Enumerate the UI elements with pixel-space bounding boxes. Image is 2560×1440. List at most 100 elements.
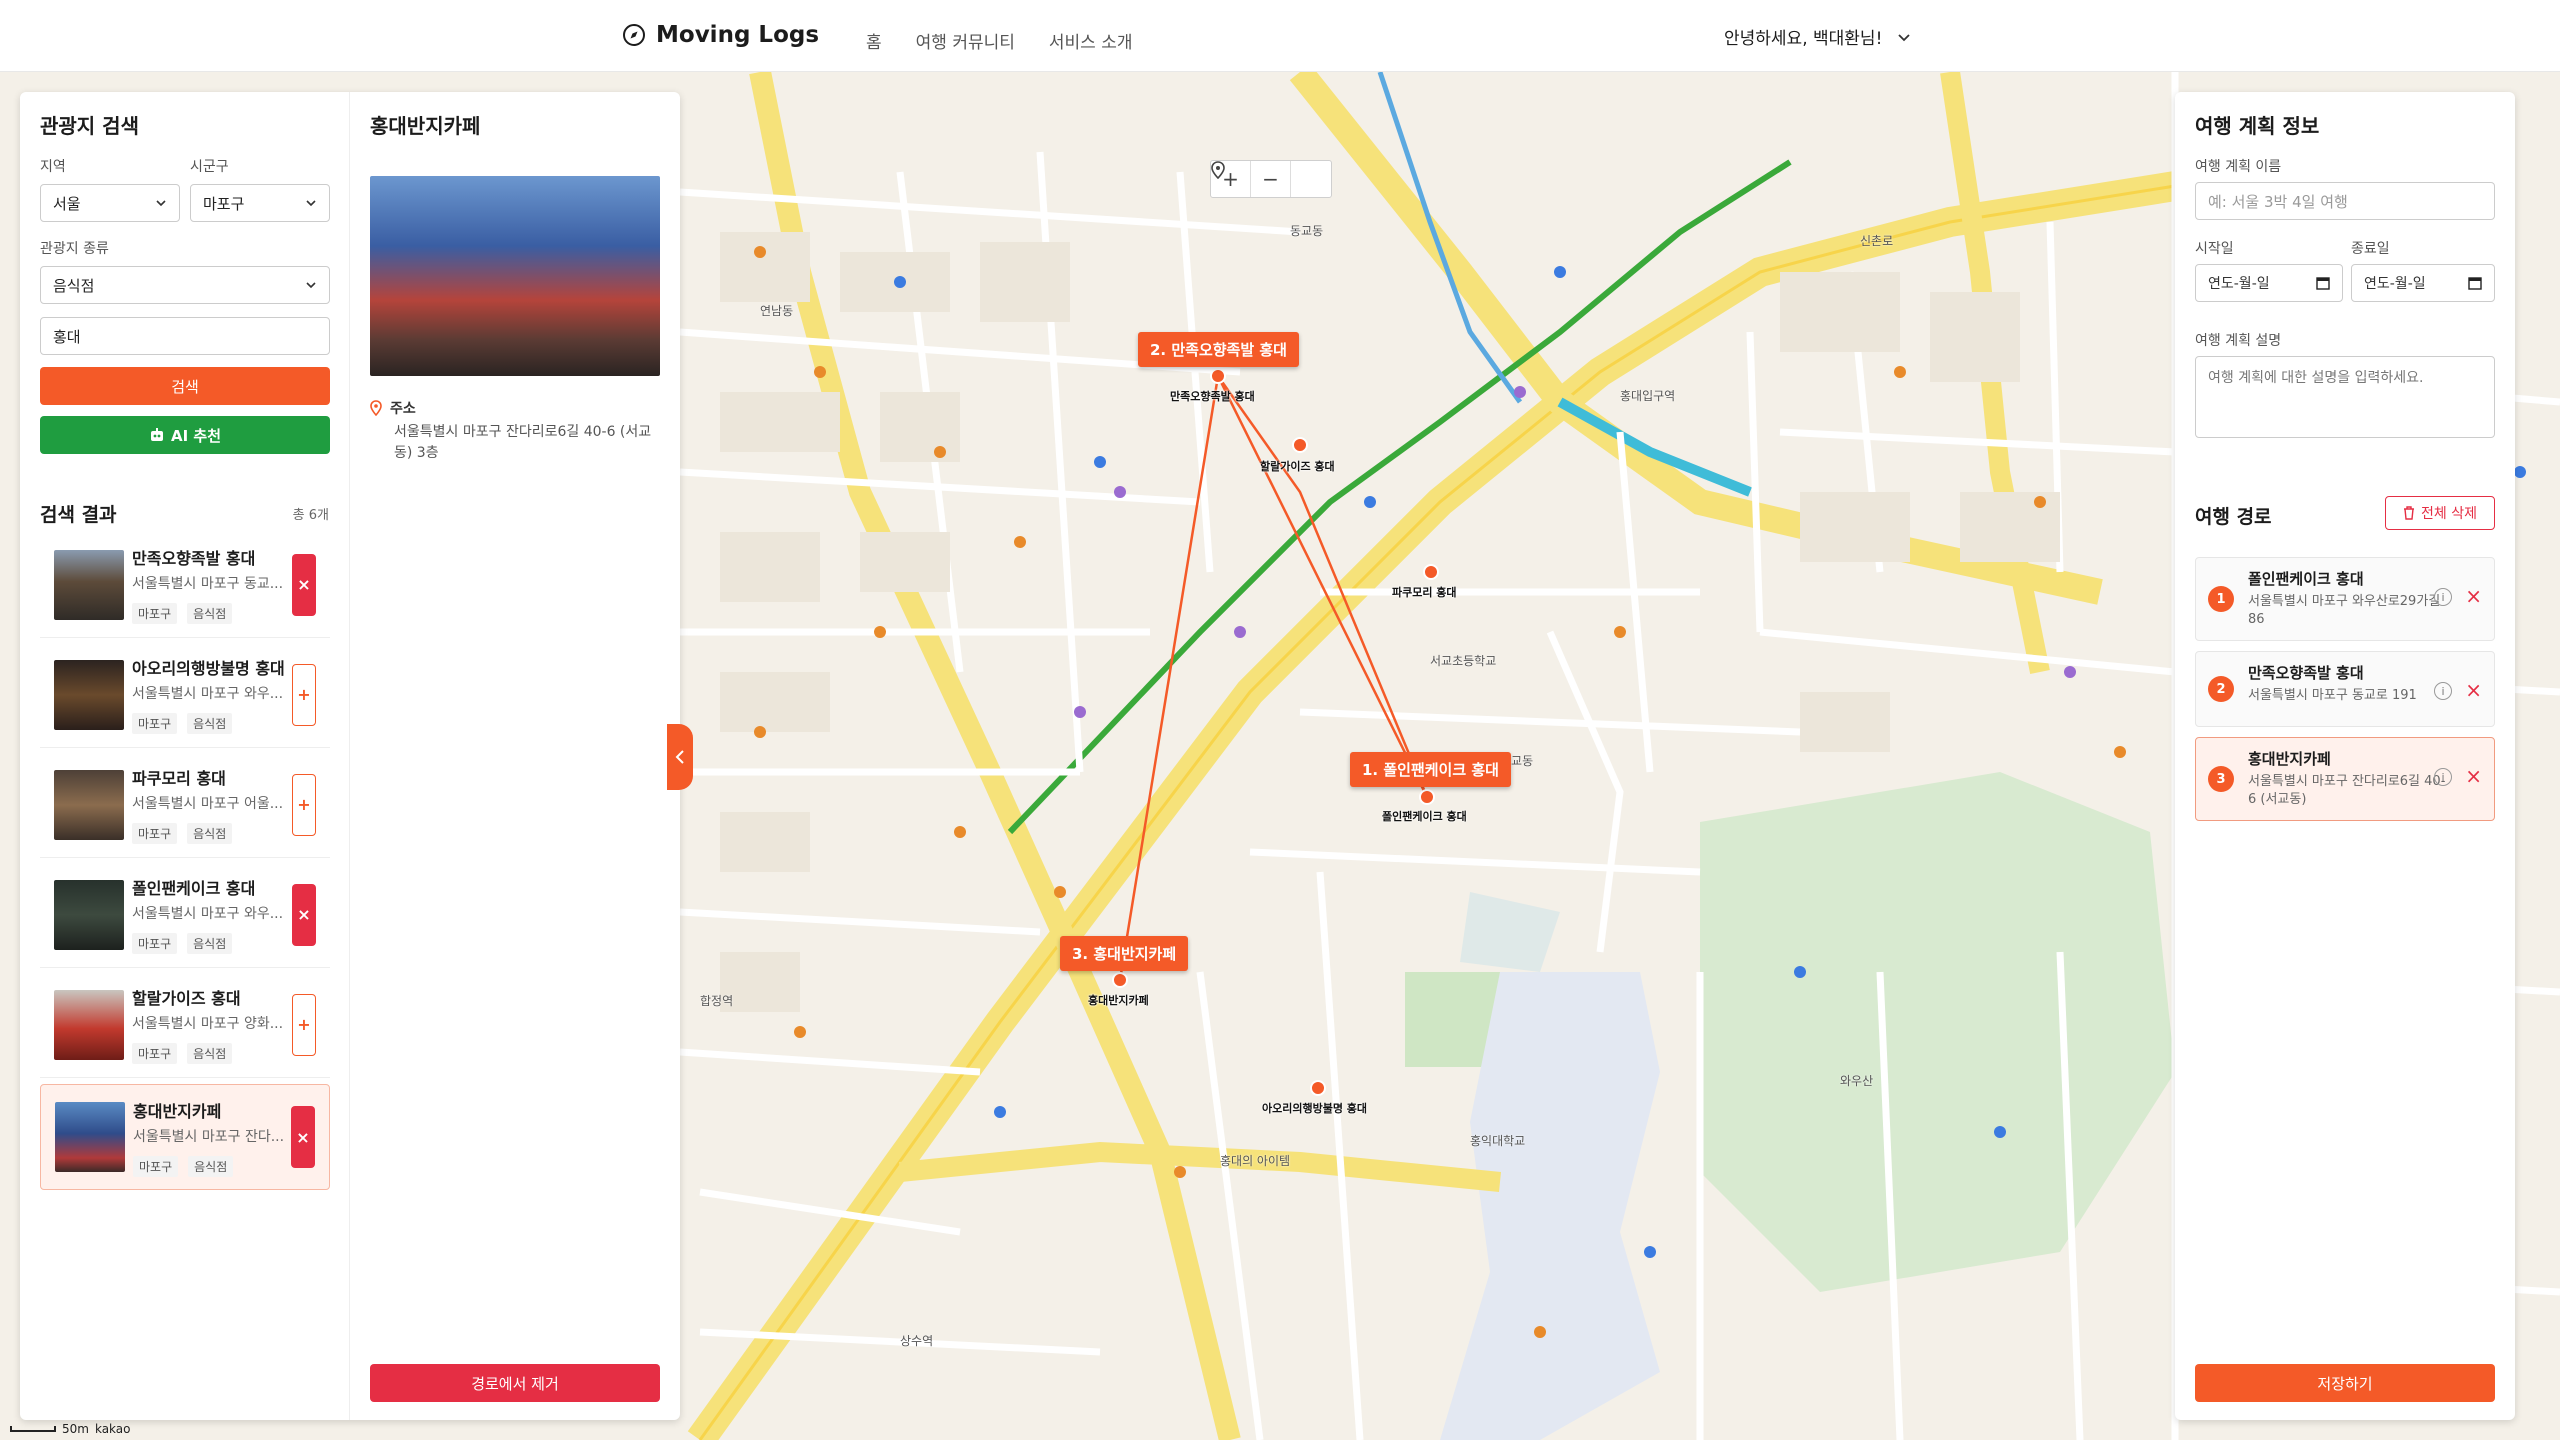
location-pin-button[interactable] xyxy=(1211,161,1331,197)
region-select[interactable]: 서울 xyxy=(40,184,180,222)
route-pin-3-name: 홍대반지카페 xyxy=(1088,994,1149,1007)
search-title: 관광지 검색 xyxy=(40,114,139,138)
result-thumbnail xyxy=(54,769,124,840)
remove-from-route-button[interactable]: 경로에서 제거 xyxy=(370,1364,660,1402)
info-icon[interactable]: i xyxy=(2434,682,2452,700)
ai-recommend-button[interactable]: AI 추천 xyxy=(40,416,330,454)
add-to-route-button[interactable]: + xyxy=(292,993,316,1056)
nav-about[interactable]: 서비스 소개 xyxy=(1049,28,1133,53)
save-button[interactable]: 저장하기 xyxy=(2195,1364,2495,1402)
keyword-value: 홍대 xyxy=(53,327,81,346)
plan-name-placeholder: 예: 서울 3박 4일 여행 xyxy=(2208,192,2348,211)
address-label: 주소 xyxy=(390,401,416,417)
remove-route-icon[interactable]: × xyxy=(2465,584,2482,608)
result-tag: 마포구 xyxy=(133,1155,179,1177)
location-pin-icon xyxy=(1211,161,1225,179)
map-label: 홍대의 아이템 xyxy=(1220,1154,1291,1168)
route-item[interactable]: 1 폴인팬케이크 홍대 서울특별시 마포구 와우산로29가길 86 i × xyxy=(2195,557,2495,641)
zoom-out-button[interactable]: − xyxy=(1251,161,1291,197)
region-label: 지역 xyxy=(40,159,66,175)
route-address: 서울특별시 마포구 동교로 191 xyxy=(2248,688,2417,703)
result-item[interactable]: 만족오향족발 홍대 서울특별시 마포구 동교... 마포구 음식점 × xyxy=(40,532,330,638)
keyword-input[interactable]: 홍대 xyxy=(40,317,330,355)
result-thumbnail xyxy=(54,659,124,730)
result-name: 할랄가이즈 홍대 xyxy=(132,989,241,1008)
route-item[interactable]: 2 만족오향족발 홍대 서울특별시 마포구 동교로 191 i × xyxy=(2195,651,2495,727)
ai-button-label: AI 추천 xyxy=(170,426,221,445)
route-pin-1[interactable]: 1. 폴인팬케이크 홍대 xyxy=(1350,752,1511,787)
remove-route-icon[interactable]: × xyxy=(2465,764,2482,788)
end-date-placeholder: 연도-월-일 xyxy=(2364,276,2426,292)
result-address: 서울특별시 마포구 와우... xyxy=(132,686,284,702)
search-button[interactable]: 검색 xyxy=(40,367,330,405)
remove-from-route-button[interactable]: × xyxy=(291,1106,315,1168)
info-icon[interactable]: i xyxy=(2434,588,2452,606)
nav-home[interactable]: 홈 xyxy=(866,28,882,53)
add-to-route-button[interactable]: + xyxy=(292,773,316,836)
chevron-down-icon xyxy=(156,200,166,207)
route-pin-3[interactable]: 3. 홍대반지카페 xyxy=(1060,936,1189,971)
result-tag: 음식점 xyxy=(187,823,233,844)
result-address: 서울특별시 마포구 잔다... xyxy=(133,1128,285,1145)
map-label: 동교동 xyxy=(1290,224,1324,238)
result-name: 만족오향족발 홍대 xyxy=(132,549,256,568)
add-to-route-button[interactable]: + xyxy=(292,663,316,726)
chevron-down-icon xyxy=(1898,33,1911,41)
district-select[interactable]: 마포구 xyxy=(190,184,330,222)
result-name: 폴인팬케이크 홍대 xyxy=(132,879,256,898)
nav-community[interactable]: 여행 커뮤니티 xyxy=(916,28,1015,53)
logo[interactable]: Moving Logs xyxy=(622,22,819,48)
map-label: 합정역 xyxy=(700,994,734,1008)
result-address: 서울특별시 마포구 동교... xyxy=(132,576,284,592)
scale-text: 50m xyxy=(62,1422,89,1436)
start-date-input[interactable]: 연도-월-일 xyxy=(2195,264,2343,302)
user-menu[interactable]: 안녕하세요, 백대환님! xyxy=(1724,24,1912,49)
region-value: 서울 xyxy=(53,194,81,213)
route-title: 여행 경로 xyxy=(2195,506,2272,528)
remove-route-icon[interactable]: × xyxy=(2465,678,2482,702)
calendar-icon xyxy=(2316,277,2330,290)
route-name: 홍대반지카페 xyxy=(2248,750,2331,768)
plan-name-input[interactable]: 예: 서울 3박 4일 여행 xyxy=(2195,182,2495,220)
district-value: 마포구 xyxy=(203,194,245,213)
route-name: 만족오향족발 홍대 xyxy=(2248,664,2364,682)
route-address: 서울특별시 마포구 와우산로29가길 86 xyxy=(2248,594,2441,627)
start-date-placeholder: 연도-월-일 xyxy=(2208,276,2270,292)
result-item[interactable]: 아오리의행방불명 홍대 서울특별시 마포구 와우... 마포구 음식점 + xyxy=(40,642,330,748)
route-item-selected[interactable]: 3 홍대반지카페 서울특별시 마포구 잔다리로6길 40-6 (서교동) i × xyxy=(2195,737,2495,821)
route-pin-2[interactable]: 2. 만족오향족발 홍대 xyxy=(1138,332,1299,367)
info-icon[interactable]: i xyxy=(2434,768,2452,786)
calendar-icon xyxy=(2468,277,2482,290)
result-thumbnail xyxy=(54,879,124,950)
result-name: 아오리의행방불명 홍대 xyxy=(132,659,285,678)
remove-from-route-button[interactable]: × xyxy=(292,553,316,616)
trash-icon xyxy=(2404,506,2414,520)
map-label: 신촌로 xyxy=(1860,234,1894,248)
delete-all-button[interactable]: 전체 삭제 xyxy=(2385,496,2495,530)
route-pin-2-name: 만족오향족발 홍대 xyxy=(1170,390,1255,403)
map-scale: 50m kakao xyxy=(10,1422,131,1436)
result-item[interactable]: 할랄가이즈 홍대 서울특별시 마포구 양화... 마포구 음식점 + xyxy=(40,972,330,1078)
route-name: 폴인팬케이크 홍대 xyxy=(2248,570,2364,588)
end-date-input[interactable]: 연도-월-일 xyxy=(2351,264,2495,302)
result-item[interactable]: 파쿠모리 홍대 서울특별시 마포구 어울... 마포구 음식점 + xyxy=(40,752,330,858)
result-item[interactable]: 폴인팬케이크 홍대 서울특별시 마포구 와우... 마포구 음식점 × xyxy=(40,862,330,968)
left-panel: 관광지 검색 지역 서울 시군구 마포구 관광지 종류 음식점 홍대 검색 AI… xyxy=(20,92,680,1420)
map-label: 상수역 xyxy=(900,1334,934,1348)
result-tag: 마포구 xyxy=(132,933,178,954)
map-label: 와우산 xyxy=(1840,1074,1874,1088)
map-pin-name: 할랄가이즈 홍대 xyxy=(1260,460,1335,473)
result-address: 서울특별시 마포구 양화... xyxy=(132,1016,284,1032)
result-tag: 마포구 xyxy=(132,823,178,844)
result-tag: 음식점 xyxy=(188,1155,234,1177)
result-tag: 마포구 xyxy=(132,713,178,734)
type-select[interactable]: 음식점 xyxy=(40,266,330,304)
remove-from-route-button[interactable]: × xyxy=(292,883,316,946)
result-thumbnail xyxy=(55,1102,125,1172)
scale-bar xyxy=(10,1426,56,1432)
district-label: 시군구 xyxy=(190,159,229,175)
map-label: 홍대입구역 xyxy=(1620,389,1676,403)
collapse-panel-button[interactable] xyxy=(667,724,693,790)
result-item-selected[interactable]: 홍대반지카페 서울특별시 마포구 잔다... 마포구 음식점 × xyxy=(40,1084,330,1190)
plan-desc-textarea[interactable]: 여행 계획에 대한 설명을 입력하세요. xyxy=(2195,356,2495,438)
